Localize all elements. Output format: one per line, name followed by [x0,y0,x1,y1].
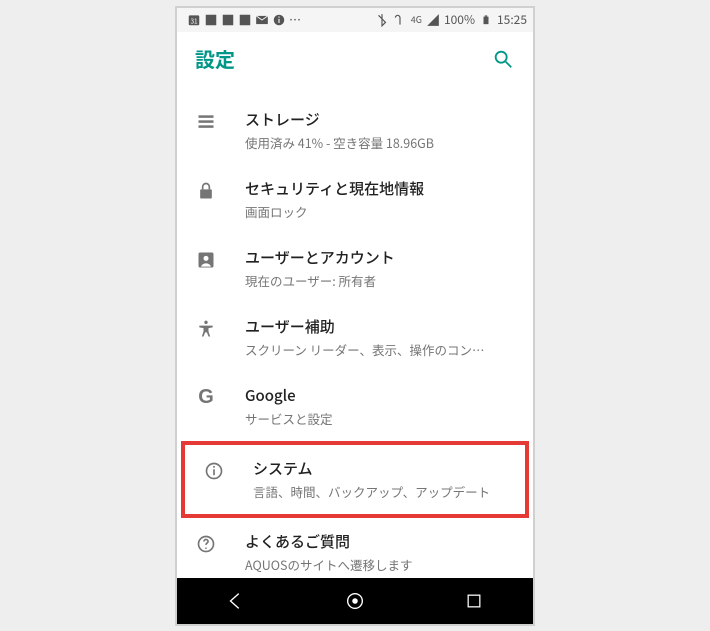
navigation-bar [177,578,533,624]
app-icon-3 [238,13,252,27]
settings-item-google[interactable]: G Google サービスと設定 [177,372,533,441]
back-icon [225,590,247,612]
settings-list: ストレージ 使用済み 41% - 空き容量 18.96GB セキュリティと現在地… [177,86,533,578]
search-button[interactable] [491,47,515,71]
phone-frame: 31 ⋯ 4G 100% 15:25 設定 ストレージ [175,6,535,626]
item-subtitle: 使用済み 41% - 空き容量 18.96GB [245,133,515,152]
settings-item-faq[interactable]: よくあるご質問 AQUOSのサイトへ遷移します [177,518,533,578]
item-subtitle: 言語、時間、バックアップ、アップデート [253,482,507,501]
info-status-icon [272,13,286,27]
mail-icon [255,13,269,27]
item-subtitle: AQUOSのサイトへ遷移します [245,555,515,574]
item-title: ユーザー補助 [245,316,515,337]
app-icon-1 [204,13,218,27]
settings-item-storage[interactable]: ストレージ 使用済み 41% - 空き容量 18.96GB [177,96,533,165]
carrier-icon [393,13,407,27]
item-title: システム [253,458,507,479]
page-title: 設定 [195,44,235,73]
nav-recent-button[interactable] [460,587,488,615]
battery-icon [479,13,493,27]
item-subtitle: 画面ロック [245,202,515,221]
item-subtitle: サービスと設定 [245,409,515,428]
item-title: セキュリティと現在地情報 [245,178,515,199]
storage-icon [195,111,217,133]
item-title: よくあるご質問 [245,531,515,552]
overflow-dots-icon: ⋯ [289,11,303,28]
accessibility-icon [195,318,217,340]
signal-icon [426,13,440,27]
app-bar: 設定 [177,32,533,86]
clock: 15:25 [497,11,527,28]
nav-home-button[interactable] [341,587,369,615]
network-type-label: 4G [411,13,422,26]
svg-text:31: 31 [190,16,198,25]
help-icon [195,533,217,555]
battery-percent: 100% [444,11,475,28]
highlight-annotation: システム 言語、時間、バックアップ、アップデート [181,441,529,518]
nav-back-button[interactable] [222,587,250,615]
app-icon-2 [221,13,235,27]
lock-icon [195,180,217,202]
recent-icon [464,591,484,611]
item-title: ユーザーとアカウント [245,247,515,268]
settings-item-users[interactable]: ユーザーとアカウント 現在のユーザー: 所有者 [177,234,533,303]
calendar-icon: 31 [187,13,201,27]
person-box-icon [195,249,217,271]
settings-item-accessibility[interactable]: ユーザー補助 スクリーン リーダー、表示、操作のコン… [177,303,533,372]
item-subtitle: スクリーン リーダー、表示、操作のコン… [245,340,515,359]
item-title: ストレージ [245,109,515,130]
settings-item-system[interactable]: システム 言語、時間、バックアップ、アップデート [185,445,525,514]
info-icon [203,460,225,482]
item-title: Google [245,385,515,406]
status-bar: 31 ⋯ 4G 100% 15:25 [177,8,533,32]
item-subtitle: 現在のユーザー: 所有者 [245,271,515,290]
bluetooth-icon [375,13,389,27]
settings-item-security[interactable]: セキュリティと現在地情報 画面ロック [177,165,533,234]
home-icon [344,590,366,612]
google-icon: G [195,387,217,409]
search-icon [492,48,514,70]
